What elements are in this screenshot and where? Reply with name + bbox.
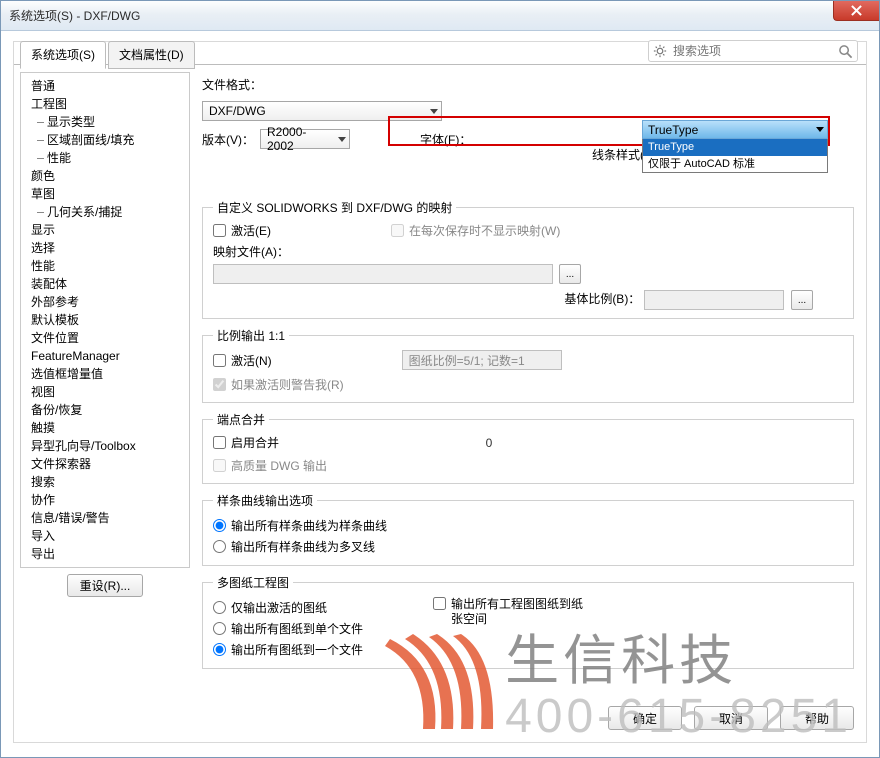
ok-button[interactable]: 确定 xyxy=(608,706,682,730)
font-label: 字体(F)： xyxy=(420,131,471,148)
version-label: 版本(V)： xyxy=(202,131,254,148)
search-icon xyxy=(838,44,853,59)
tree-item[interactable]: FeatureManager xyxy=(29,347,183,365)
group-mapping: 自定义 SOLIDWORKS 到 DXF/DWG 的映射 激活(E) 在每次保存… xyxy=(202,199,854,319)
tree-item[interactable]: 性能 xyxy=(29,149,183,167)
window-title: 系统选项(S) - DXF/DWG xyxy=(9,7,140,24)
basescale-browse[interactable]: ... xyxy=(791,290,813,310)
help-button[interactable]: 帮助 xyxy=(780,706,854,730)
mapfile-label: 映射文件(A)： xyxy=(213,243,843,260)
chk-activate-map[interactable]: 激活(E) xyxy=(213,222,271,239)
tree-item[interactable]: 外部参考 xyxy=(29,293,183,311)
tree-item[interactable]: 显示类型 xyxy=(29,113,183,131)
group-endpoint: 端点合并 启用合并 0 高质量 DWG 输出 xyxy=(202,411,854,484)
basescale-input[interactable] xyxy=(644,290,784,310)
tree-item[interactable]: 选择 xyxy=(29,239,183,257)
tree-item[interactable]: 导入 xyxy=(29,527,183,545)
chk-hq-dwg[interactable]: 高质量 DWG 输出 xyxy=(213,457,327,474)
tree-item[interactable]: 异型孔向导/Toolbox xyxy=(29,437,183,455)
tree-item[interactable]: 文件位置 xyxy=(29,329,183,347)
group-spline: 样条曲线输出选项 输出所有样条曲线为样条曲线 输出所有样条曲线为多叉线 xyxy=(202,492,854,566)
radio-spline-as-spline[interactable]: 输出所有样条曲线为样条曲线 xyxy=(213,517,387,534)
search-box[interactable] xyxy=(648,40,858,62)
tree-item[interactable]: 文件探索器 xyxy=(29,455,183,473)
chk-paperspace[interactable]: 输出所有工程图图纸到纸张空间 xyxy=(433,597,583,627)
tree-item[interactable]: 区域剖面线/填充 xyxy=(29,131,183,149)
radio-spline-as-poly[interactable]: 输出所有样条曲线为多叉线 xyxy=(213,538,375,555)
tab-doc-properties[interactable]: 文档属性(D) xyxy=(108,41,195,69)
mapfile-input[interactable] xyxy=(213,264,553,284)
gear-icon xyxy=(653,44,667,58)
tree-item[interactable]: 草图 xyxy=(29,185,183,203)
paper-ratio-select[interactable]: 图纸比例=5/1; 记数=1 xyxy=(402,350,562,370)
tree-item[interactable]: 触摸 xyxy=(29,419,183,437)
search-input[interactable] xyxy=(671,43,838,59)
tree-item[interactable]: 视图 xyxy=(29,383,183,401)
endpoint-value: 0 xyxy=(409,436,569,450)
tree-item[interactable]: 备份/恢复 xyxy=(29,401,183,419)
group-multisheet: 多图纸工程图 仅输出激活的图纸 输出所有图纸到单个文件 输出所有图纸到一个文件 … xyxy=(202,574,854,669)
chk-warn-ratio[interactable]: 如果激活则警告我(R) xyxy=(213,376,344,393)
font-option-truetype[interactable]: TrueType xyxy=(642,139,828,156)
tree-item[interactable]: 性能 xyxy=(29,257,183,275)
radio-active-sheet[interactable]: 仅输出激活的图纸 xyxy=(213,599,433,616)
tree-item[interactable]: 工程图 xyxy=(29,95,183,113)
reset-button[interactable]: 重设(R)... xyxy=(67,574,144,597)
version-select[interactable]: R2000-2002 xyxy=(260,129,350,149)
fileformat-select[interactable]: DXF/DWG xyxy=(202,101,442,121)
chk-nosave-map[interactable]: 在每次保存时不显示映射(W) xyxy=(391,222,560,239)
tab-system-options[interactable]: 系统选项(S) xyxy=(20,41,106,69)
titlebar: 系统选项(S) - DXF/DWG xyxy=(1,1,879,31)
radio-all-single[interactable]: 输出所有图纸到单个文件 xyxy=(213,620,433,637)
font-option-autocad[interactable]: 仅限于 AutoCAD 标准 xyxy=(642,156,828,173)
fileformat-label: 文件格式： xyxy=(202,76,262,93)
cancel-button[interactable]: 取消 xyxy=(694,706,768,730)
options-tree[interactable]: 普通工程图显示类型区域剖面线/填充性能颜色草图几何关系/捕捉显示选择性能装配体外… xyxy=(20,72,190,568)
tree-item[interactable]: 装配体 xyxy=(29,275,183,293)
tree-item[interactable]: 信息/错误/警告 xyxy=(29,509,183,527)
radio-all-one[interactable]: 输出所有图纸到一个文件 xyxy=(213,641,433,658)
tree-item[interactable]: 默认模板 xyxy=(29,311,183,329)
group-ratio: 比例输出 1:1 激活(N) 图纸比例=5/1; 记数=1 如果激活则警告我(R… xyxy=(202,327,854,403)
font-select[interactable]: TrueType TrueType 仅限于 AutoCAD 标准 xyxy=(642,120,828,173)
mapfile-browse[interactable]: ... xyxy=(559,264,581,284)
tree-item[interactable]: 普通 xyxy=(29,77,183,95)
tree-item[interactable]: 颜色 xyxy=(29,167,183,185)
tree-item[interactable]: 选值框增量值 xyxy=(29,365,183,383)
tree-item[interactable]: 搜索 xyxy=(29,473,183,491)
chk-enable-merge[interactable]: 启用合并 xyxy=(213,434,279,451)
tree-item[interactable]: 显示 xyxy=(29,221,183,239)
tree-item[interactable]: 几何关系/捕捉 xyxy=(29,203,183,221)
close-button[interactable] xyxy=(833,1,879,21)
chk-activate-ratio[interactable]: 激活(N) xyxy=(213,352,272,369)
tree-item[interactable]: 导出 xyxy=(29,545,183,563)
tree-item[interactable]: 协作 xyxy=(29,491,183,509)
